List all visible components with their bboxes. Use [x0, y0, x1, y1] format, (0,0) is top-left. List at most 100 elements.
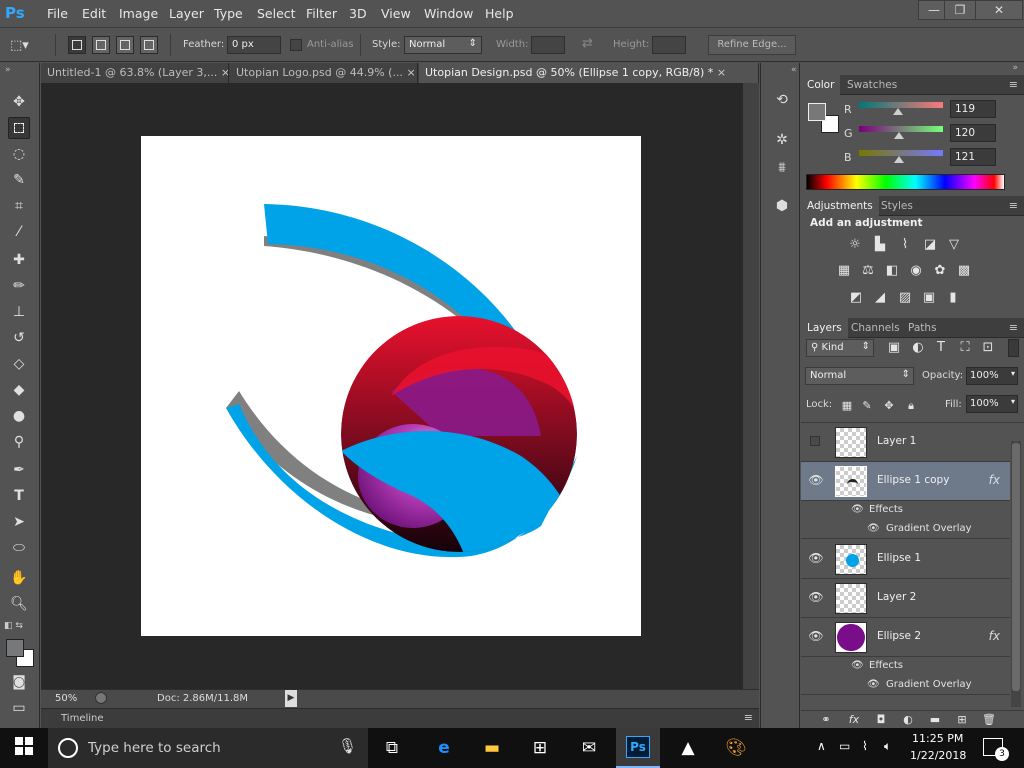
visibility-toggle-off[interactable] [808, 434, 824, 450]
menu-select[interactable]: Select [257, 6, 296, 21]
zoom-tool-icon[interactable]: 🔍︎ [8, 593, 30, 615]
new-adjustment-icon[interactable]: ◐ [899, 712, 917, 728]
menu-image[interactable]: Image [119, 6, 158, 21]
status-options-icon[interactable] [95, 692, 107, 704]
file-explorer-icon[interactable]: ▬ [480, 736, 504, 760]
close-icon[interactable]: × [717, 66, 726, 79]
3d-icon[interactable]: ⬢ [771, 195, 793, 217]
blue-value-input[interactable]: 121 [950, 148, 996, 166]
microphone-icon[interactable]: 🎙︎ [338, 737, 357, 755]
screen-mode-icon[interactable]: ▭ [8, 697, 30, 719]
layer-row-layer-1[interactable]: Layer 1 [801, 423, 1010, 462]
dodge-tool-icon[interactable]: ⚲ [8, 431, 30, 453]
hue-saturation-icon[interactable]: ▦ [835, 263, 853, 279]
blue-slider-thumb[interactable] [893, 156, 904, 163]
move-tool-icon[interactable]: ✥ [8, 91, 30, 113]
red-value-input[interactable]: 119 [950, 100, 996, 118]
eyedropper-tool-icon[interactable]: ⁄ [8, 221, 30, 243]
collapse-icon[interactable]: » [1012, 63, 1018, 73]
close-icon[interactable]: × [406, 66, 415, 79]
status-arrow-icon[interactable]: ▶ [285, 690, 297, 707]
layer-row-ellipse-1-copy[interactable]: 👁︎ Ellipse 1 copy fx [801, 462, 1010, 501]
mail-icon[interactable]: ✉ [577, 736, 601, 760]
type-tool-icon[interactable]: T [8, 485, 30, 507]
menu-file[interactable]: File [47, 6, 68, 21]
clone-stamp-tool-icon[interactable]: ⊥ [8, 301, 30, 323]
lock-transparent-icon[interactable]: ▦ [838, 398, 856, 414]
history-brush-tool-icon[interactable]: ↺ [8, 327, 30, 349]
filter-shape-icon[interactable]: ⛶ [956, 340, 974, 356]
menu-help[interactable]: Help [485, 6, 514, 21]
fx-icon[interactable]: fx [989, 629, 1000, 643]
effects-row[interactable]: 👁︎ Effects [801, 657, 1010, 676]
tab-untitled-1[interactable]: Untitled-1 @ 63.8% (Layer 3,... × [41, 63, 229, 83]
path-selection-tool-icon[interactable]: ➤ [8, 511, 30, 533]
threshold-icon[interactable]: ▨ [896, 290, 914, 306]
add-style-icon[interactable]: fx [845, 712, 863, 728]
close-window-button[interactable]: ✕ [975, 0, 1023, 20]
effects-row[interactable]: 👁︎ Effects [801, 501, 1010, 520]
eye-icon[interactable]: 👁︎ [808, 629, 824, 645]
panel-menu-icon[interactable]: ≡ [1009, 78, 1018, 91]
quick-selection-tool-icon[interactable]: ✎ [8, 169, 30, 191]
new-selection-icon[interactable] [68, 36, 86, 54]
crop-tool-icon[interactable]: ⌗ [8, 195, 30, 217]
brush-preset-icon[interactable]: ✲ [771, 129, 793, 151]
height-input[interactable] [652, 36, 686, 54]
blur-tool-icon[interactable]: ● [8, 405, 30, 427]
scrollbar-thumb[interactable] [1012, 443, 1020, 691]
clock-time[interactable]: 11:25 PM [912, 732, 963, 745]
ellipse-tool-icon[interactable]: ⬭ [8, 537, 30, 559]
expand-icon[interactable]: « [791, 65, 797, 75]
eye-icon[interactable]: 👁︎ [808, 551, 824, 567]
link-layers-icon[interactable]: ⚭ [817, 712, 835, 728]
levels-icon[interactable]: ▙ [871, 237, 889, 253]
exposure-icon[interactable]: ◪ [921, 237, 939, 253]
healing-brush-tool-icon[interactable]: ✚ [8, 249, 30, 271]
eye-icon[interactable]: 👁︎ [851, 504, 864, 515]
posterize-icon[interactable]: ◢ [871, 290, 889, 306]
opacity-input[interactable]: 100% ▾ [966, 367, 1018, 385]
gradient-overlay-row[interactable]: 👁︎ Gradient Overlay [801, 676, 1010, 695]
layer-row-ellipse-2[interactable]: 👁︎ Ellipse 2 fx [801, 618, 1010, 657]
filter-type-icon[interactable]: T [932, 340, 950, 356]
layers-scrollbar[interactable] [1011, 441, 1021, 707]
windows-start-icon[interactable] [12, 736, 36, 760]
red-slider-thumb[interactable] [893, 108, 904, 115]
delete-layer-icon[interactable]: 🗑︎ [980, 712, 998, 728]
battery-icon[interactable]: ▭ [839, 739, 850, 753]
marquee-tool-icon[interactable] [8, 117, 30, 139]
gradient-map-icon[interactable]: ▮ [944, 290, 962, 306]
task-view-icon[interactable]: ⧉ [380, 736, 404, 760]
store-icon[interactable]: ⊞ [528, 736, 552, 760]
blend-mode-select[interactable]: Normal ⇕ [805, 367, 914, 385]
brightness-contrast-icon[interactable]: ☼ [846, 237, 864, 253]
green-slider-thumb[interactable] [893, 132, 904, 139]
restore-button[interactable]: ❐ [944, 0, 976, 20]
history-icon[interactable]: ⟲ [771, 89, 793, 111]
green-value-input[interactable]: 120 [950, 124, 996, 142]
color-lookup-icon[interactable]: ▩ [955, 263, 973, 279]
tab-channels[interactable]: Channels [845, 318, 906, 338]
layer-row-ellipse-1[interactable]: 👁︎ Ellipse 1 [801, 540, 1010, 579]
document-canvas[interactable] [141, 136, 641, 636]
brush-icon[interactable]: ⩩ [771, 157, 793, 179]
add-selection-icon[interactable] [92, 36, 110, 54]
fill-input[interactable]: 100% ▾ [966, 395, 1018, 413]
foreground-color-swatch[interactable] [6, 639, 24, 657]
foreground-color-swatch[interactable] [808, 103, 826, 121]
menu-filter[interactable]: Filter [306, 6, 337, 21]
channel-mixer-icon[interactable]: ✿ [931, 263, 949, 279]
quick-mask-icon[interactable]: ◙ [8, 671, 30, 693]
filter-pixel-icon[interactable]: ▣ [885, 340, 903, 356]
new-layer-icon[interactable]: ⊞ [953, 712, 971, 728]
eye-icon[interactable]: 👁︎ [867, 523, 880, 534]
network-icon[interactable]: ⌇ [862, 739, 868, 753]
lasso-tool-icon[interactable]: ◌ [8, 143, 30, 165]
menu-type[interactable]: Type [214, 6, 243, 21]
tab-utopian-design[interactable]: Utopian Design.psd @ 50% (Ellipse 1 copy… [419, 63, 759, 83]
gradient-overlay-row[interactable]: 👁︎ Gradient Overlay [801, 520, 1010, 539]
lock-image-icon[interactable]: ✎ [858, 398, 876, 414]
photos-icon[interactable]: ▲ [676, 736, 700, 760]
filter-kind-select[interactable]: ⚲ Kind ⇕ [806, 339, 874, 357]
